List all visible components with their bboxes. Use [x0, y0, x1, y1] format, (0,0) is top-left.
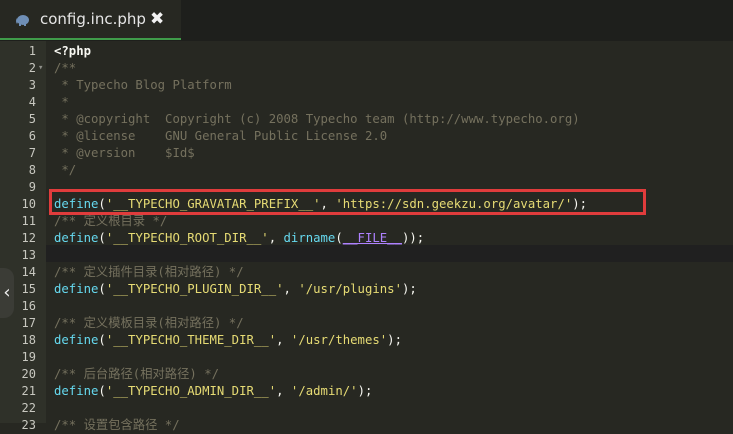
tab-bar: config.inc.php ✖ [0, 0, 733, 41]
code-token: define [54, 384, 99, 398]
line-number: 21 [21, 384, 36, 398]
code-line[interactable]: * [54, 94, 69, 111]
code-token: dirname [283, 231, 336, 245]
code-line[interactable]: /** 定义插件目录(相对路径) */ [54, 264, 244, 281]
code-token: '/usr/plugins' [298, 282, 402, 296]
code-line[interactable]: define('__TYPECHO_THEME_DIR__', '/usr/th… [54, 332, 402, 349]
code-line[interactable]: /** 定义模板目录(相对路径) */ [54, 315, 244, 332]
code-token: /** 后台路径(相对路径) */ [54, 367, 220, 381]
code-token: define [54, 333, 99, 347]
code-token: /** 定义根目录 */ [54, 214, 168, 228]
line-number: 18 [21, 333, 36, 347]
code-line[interactable]: * @license GNU General Public License 2.… [54, 128, 387, 145]
code-token: , [268, 231, 284, 245]
code-token: * [54, 95, 69, 109]
code-token: /** [54, 61, 77, 75]
code-token: ( [98, 333, 106, 347]
line-number: 2 [28, 61, 36, 75]
line-number: 11 [21, 214, 36, 228]
collapse-panel-arrow-icon[interactable]: ‹ [0, 268, 14, 318]
code-token: * Typecho Blog Platform [54, 78, 232, 92]
code-line[interactable]: /** 后台路径(相对路径) */ [54, 366, 219, 383]
code-line[interactable]: define('__TYPECHO_ROOT_DIR__', dirname(_… [54, 230, 424, 247]
code-line[interactable]: <?php [54, 43, 91, 60]
code-token: '__TYPECHO_THEME_DIR__' [105, 333, 277, 347]
code-token: ); [401, 282, 417, 296]
annotation-highlight-box [49, 189, 646, 215]
line-number: 8 [28, 163, 36, 177]
tab-config-inc-php[interactable]: config.inc.php ✖ [0, 0, 181, 40]
code-token: __FILE__ [342, 231, 402, 245]
line-number: 12 [21, 231, 36, 245]
php-elephant-icon [16, 15, 29, 26]
fold-toggle-icon[interactable]: ▾ [38, 60, 43, 77]
code-line[interactable]: * @version $Id$ [54, 145, 195, 162]
line-number: 9 [28, 180, 36, 194]
code-token: /** 定义模板目录(相对路径) */ [54, 316, 244, 330]
code-token: '__TYPECHO_ADMIN_DIR__' [105, 384, 277, 398]
line-number: 7 [28, 146, 36, 160]
code-line[interactable]: * Typecho Blog Platform [54, 77, 232, 94]
code-token: )); [401, 231, 425, 245]
code-token: * @copyright Copyright (c) 2008 Typecho … [54, 112, 580, 126]
line-number: 5 [28, 112, 36, 126]
line-number: 10 [21, 197, 36, 211]
code-token: ( [98, 384, 106, 398]
code-token: ); [387, 333, 402, 347]
line-number-gutter: 1 2 ▾ 3 4 5 6 7 8 9 10 11 12 13 14 15 16 17 18 19 20 21 22 23 [0, 41, 46, 432]
code-token: , [276, 384, 291, 398]
line-number: 19 [21, 350, 36, 364]
code-token: define [54, 282, 99, 296]
code-token: */ [54, 163, 77, 177]
code-line[interactable]: /** 定义根目录 */ [54, 213, 167, 230]
line-number: 4 [28, 95, 36, 109]
line-number: 20 [21, 367, 36, 381]
code-token: '/admin/' [290, 384, 358, 398]
line-number: 22 [21, 401, 36, 415]
code-line[interactable]: define('__TYPECHO_ADMIN_DIR__', '/admin/… [54, 383, 372, 400]
code-token: /** 定义插件目录(相对路径) */ [54, 265, 244, 279]
line-number: 3 [28, 78, 36, 92]
code-token: '__TYPECHO_ROOT_DIR__' [105, 231, 269, 245]
code-token: ( [98, 282, 106, 296]
code-token: '/usr/themes' [290, 333, 388, 347]
code-token: '__TYPECHO_PLUGIN_DIR__' [105, 282, 284, 296]
line-number: 1 [28, 44, 36, 58]
code-token: * @version $Id$ [54, 146, 195, 160]
code-token: , [276, 333, 291, 347]
close-icon[interactable]: ✖ [150, 9, 164, 29]
code-token: <?php [54, 44, 92, 58]
code-line[interactable]: */ [54, 162, 76, 179]
line-number: 13 [21, 248, 36, 262]
line-number: 6 [28, 129, 36, 143]
code-line[interactable]: * @copyright Copyright (c) 2008 Typecho … [54, 111, 580, 128]
code-token: ( [335, 231, 343, 245]
code-token: /** 设置包含路径 */ [54, 418, 180, 432]
code-token: define [54, 231, 99, 245]
code-line[interactable]: /** 设置包含路径 */ [54, 417, 180, 434]
code-token: ); [357, 384, 373, 398]
code-line[interactable]: /** [54, 60, 76, 77]
tab-title: config.inc.php [40, 10, 146, 28]
code-token: , [283, 282, 299, 296]
code-editor[interactable]: <?php /** * Typecho Blog Platform * * @co… [54, 41, 733, 432]
code-token: * @license GNU General Public License 2.… [54, 129, 388, 143]
code-line[interactable]: define('__TYPECHO_PLUGIN_DIR__', '/usr/p… [54, 281, 417, 298]
line-number: 23 [21, 418, 36, 432]
code-token: ( [98, 231, 106, 245]
